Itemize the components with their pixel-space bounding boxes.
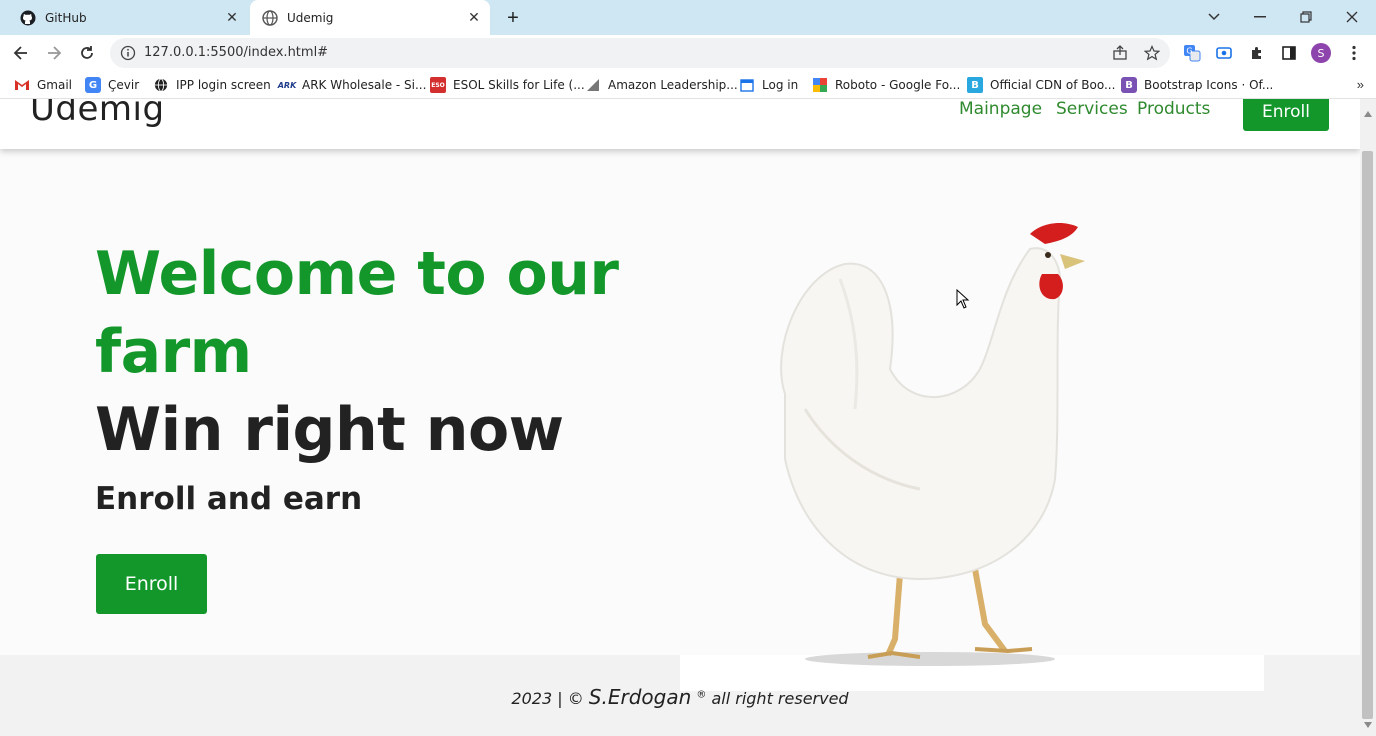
bookmark-bootstrap-cdn[interactable]: B Official CDN of Boo... (967, 75, 1115, 95)
hero-enroll-button[interactable]: Enroll (96, 554, 207, 614)
translate-icon: G (85, 77, 101, 93)
page-viewport: Udemig Mainpage Services Products Enroll… (0, 99, 1360, 736)
site-header: Udemig Mainpage Services Products Enroll (0, 99, 1360, 149)
svg-text:G: G (1186, 47, 1192, 56)
bookmark-label: Gmail (37, 78, 73, 92)
address-bar[interactable]: 127.0.0.1:5500/index.html# (110, 38, 1170, 68)
bookmark-label: ARK Wholesale - Si... (302, 78, 427, 92)
bookmark-roboto[interactable]: Roboto - Google Fo... (812, 75, 960, 95)
hen-leg-left (885, 573, 903, 657)
bookmark-label: Bootstrap Icons · Of... (1144, 78, 1274, 92)
bookmark-esol[interactable]: ESO ESOL Skills for Life (... (430, 75, 585, 95)
hen-shadow (805, 652, 1055, 666)
side-panel-icon[interactable] (1278, 42, 1300, 64)
bookmark-label: IPP login screen (176, 78, 271, 92)
calendar-icon (739, 77, 755, 93)
footer-text: 2023 | © S.Erdogan ® all right reserved (0, 685, 1360, 709)
bookmark-label: Roboto - Google Fo... (835, 78, 961, 92)
footer-reg: ® (696, 689, 707, 701)
google-fonts-icon (812, 77, 828, 93)
github-icon (20, 10, 36, 26)
scroll-down-arrow-icon[interactable] (1364, 722, 1372, 728)
tab-github[interactable]: GitHub ✕ (8, 0, 248, 35)
nav-link-mainpage[interactable]: Mainpage (959, 99, 1042, 119)
globe-icon (262, 9, 278, 26)
profile-initial: S (1317, 46, 1325, 60)
bookmark-label: Amazon Leadership... (608, 78, 738, 92)
close-icon[interactable]: ✕ (222, 8, 242, 28)
restore-button[interactable] (1284, 4, 1328, 30)
star-icon[interactable] (1143, 44, 1161, 62)
bookmarks-bar: Gmail G Çevir IPP login screen ARK ARK W… (0, 71, 1376, 99)
ark-icon: ARK (277, 80, 297, 90)
header-enroll-button[interactable]: Enroll (1243, 99, 1329, 131)
bookmark-bootstrap-icons[interactable]: B Bootstrap Icons · Of... (1121, 75, 1273, 95)
browser-tab-strip: GitHub ✕ Udemig ✕ + (0, 0, 1376, 35)
scrollbar-thumb[interactable] (1362, 151, 1373, 719)
page-scrollbar[interactable] (1360, 99, 1376, 736)
hero-tagline: Enroll and earn (95, 481, 363, 517)
bookmark-label: Log in (762, 78, 799, 92)
bookmark-label: ESOL Skills for Life (... (453, 78, 585, 92)
hen-body (780, 247, 1062, 581)
hen-image (780, 223, 1085, 666)
bookmark-ipp-login[interactable]: IPP login screen (153, 75, 271, 95)
bookmark-gmail[interactable]: Gmail (14, 75, 72, 95)
footer-rights: all right reserved (711, 689, 849, 708)
bootstrap-cdn-icon: B (967, 77, 983, 93)
extensions-puzzle-icon[interactable] (1246, 42, 1268, 64)
globe-icon (153, 77, 169, 93)
menu-kebab-icon[interactable] (1343, 42, 1365, 64)
tab-udemig[interactable]: Udemig ✕ (250, 0, 490, 35)
back-button[interactable] (8, 40, 34, 66)
reload-button[interactable] (74, 40, 100, 66)
hen-foot-right (974, 647, 1033, 654)
scroll-up-arrow-icon[interactable] (1364, 111, 1372, 117)
footer-author: S.Erdogan (588, 685, 692, 709)
bookmarks-more-button[interactable]: » (1357, 77, 1364, 92)
mouse-cursor-icon (956, 289, 970, 309)
forward-button[interactable] (41, 40, 67, 66)
hero-subtitle: Win right now (95, 395, 564, 465)
url-text: 127.0.0.1:5500/index.html# (144, 45, 329, 60)
tab-title: GitHub (45, 10, 87, 25)
nav-link-services[interactable]: Services (1056, 99, 1128, 119)
minimize-button[interactable] (1238, 4, 1282, 30)
close-window-button[interactable] (1330, 4, 1374, 30)
bookmark-ark-wholesale[interactable]: ARK ARK Wholesale - Si... (277, 75, 427, 95)
info-icon[interactable] (120, 45, 136, 61)
bookmark-label: Çevir (108, 78, 140, 92)
hen-beak (1060, 254, 1085, 269)
tab-title: Udemig (287, 10, 334, 25)
chart-icon (585, 77, 601, 93)
footer-year: 2023 | © (511, 689, 584, 708)
share-icon[interactable] (1111, 44, 1129, 62)
nav-link-products[interactable]: Products (1137, 99, 1210, 119)
tab-search-icon[interactable] (1192, 4, 1236, 30)
esol-icon: ESO (430, 77, 446, 93)
browser-toolbar: 127.0.0.1:5500/index.html# G S (0, 35, 1376, 71)
translate-extension-icon[interactable]: G (1181, 42, 1203, 64)
hen-eye (1045, 252, 1051, 258)
site-logo[interactable]: Udemig (30, 99, 165, 129)
bookmark-amazon-leadership[interactable]: Amazon Leadership... (585, 75, 738, 95)
bookmark-cevir[interactable]: G Çevir (85, 75, 139, 95)
hero-title: Welcome to our farm (95, 239, 619, 387)
new-tab-button[interactable]: + (502, 7, 524, 29)
bootstrap-icon: B (1121, 77, 1137, 93)
screen-capture-extension-icon[interactable] (1213, 42, 1235, 64)
bookmark-log-in[interactable]: Log in (739, 75, 798, 95)
hen-leg-right (972, 568, 1008, 653)
profile-avatar[interactable]: S (1310, 42, 1332, 64)
close-icon[interactable]: ✕ (464, 8, 484, 28)
gmail-icon (14, 77, 30, 93)
bookmark-label: Official CDN of Boo... (990, 78, 1116, 92)
hen-comb (1030, 223, 1078, 244)
